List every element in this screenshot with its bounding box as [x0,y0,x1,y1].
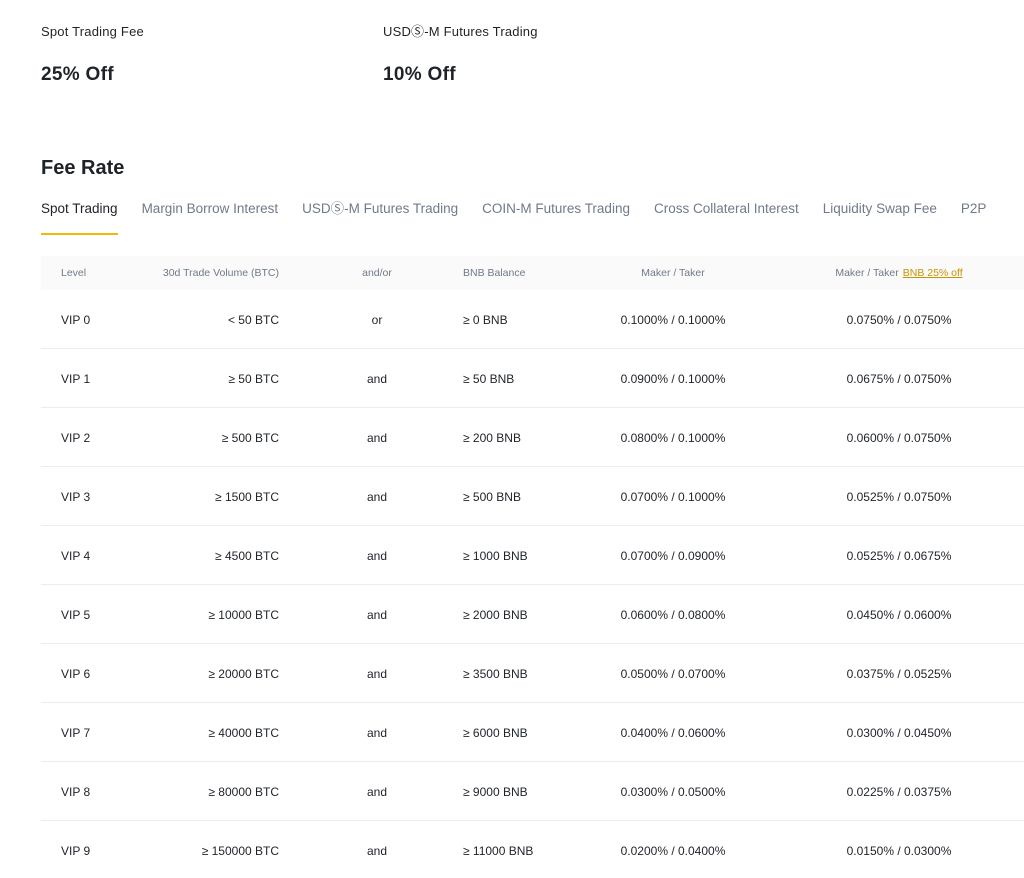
cell-and-or-text: and [366,549,388,563]
header-trade-volume: 30d Trade Volume (BTC) [162,267,279,279]
cell-maker-taker-bnb-text: 0.0150% / 0.0300% [846,844,952,858]
cell-and-or-text: and [366,608,388,622]
cell-bnb-balance: ≥ 11000 BNB [463,844,534,858]
cell-bnb-balance: ≥ 9000 BNB [463,785,528,799]
cell-maker-taker-text: 0.1000% / 0.1000% [620,313,726,327]
tab-margin-borrow-interest[interactable]: Margin Borrow Interest [142,199,279,235]
cell-trade-volume: ≥ 40000 BTC [208,726,279,740]
usds-m-futures-discount: USDⓈ-M Futures Trading 10% Off [383,24,538,86]
cell-level: VIP 1 [61,372,91,386]
cell-maker-taker-text: 0.0700% / 0.1000% [620,490,726,504]
tab-p2p[interactable]: P2P [961,199,987,235]
cell-level: VIP 8 [61,785,91,799]
cell-level: VIP 5 [61,608,91,622]
header-level: Level [61,267,87,279]
cell-bnb-balance: ≥ 3500 BNB [463,667,528,681]
cell-and-or-text: and [366,726,388,740]
cell-maker-taker-text: 0.0400% / 0.0600% [620,726,726,740]
table-row: VIP 8 ≥ 80000 BTC and ≥ 9000 BNB 0.0300% / 0… [41,762,1024,821]
cell-bnb-balance: ≥ 500 BNB [463,490,521,504]
spot-trading-fee-label: Spot Trading Fee [41,24,144,39]
cell-maker-taker-bnb-text: 0.0300% / 0.0450% [846,726,952,740]
cell-maker-taker-text: 0.0800% / 0.1000% [620,431,726,445]
header-and-or-text: and/or [362,267,392,279]
tab-coin-m-futures-trading[interactable]: COIN-M Futures Trading [482,199,630,235]
cell-and-or-text: and [366,372,388,386]
cell-trade-volume: ≥ 500 BTC [221,431,279,445]
cell-level: VIP 6 [61,667,91,681]
cell-maker-taker-bnb-text: 0.0525% / 0.0675% [846,549,952,563]
table-row: VIP 4 ≥ 4500 BTC and ≥ 1000 BNB 0.0700% / 0.… [41,526,1024,585]
table-row: VIP 9 ≥ 150000 BTC and ≥ 11000 BNB 0.0200% /… [41,821,1024,878]
cell-maker-taker-bnb-text: 0.0375% / 0.0525% [846,667,952,681]
cell-trade-volume: ≥ 4500 BTC [215,549,279,563]
cell-and-or-text: and [366,844,388,858]
section-title: Fee Rate [41,157,125,179]
cell-trade-volume: ≥ 150000 BTC [201,844,279,858]
cell-maker-taker-bnb-text: 0.0675% / 0.0750% [846,372,952,386]
cell-bnb-balance: ≥ 6000 BNB [463,726,528,740]
cell-bnb-balance: ≥ 0 BNB [463,313,508,327]
cell-maker-taker-text: 0.0300% / 0.0500% [620,785,726,799]
tab-usds-m-futures-trading[interactable]: USDⓈ-M Futures Trading [302,199,458,235]
cell-level: VIP 3 [61,490,91,504]
header-maker-taker-text: Maker / Taker [641,267,705,279]
table-body: VIP 0 < 50 BTC or ≥ 0 BNB 0.1000% / 0.1000% 0… [41,290,1024,878]
cell-maker-taker-bnb-text: 0.0750% / 0.0750% [846,313,952,327]
header-maker-taker-bnb-wrap: Maker / Taker BNB 25% off [835,267,962,280]
cell-maker-taker-text: 0.0200% / 0.0400% [620,844,726,858]
cell-bnb-balance: ≥ 1000 BNB [463,549,528,563]
cell-and-or-text: and [366,667,388,681]
table-row: VIP 5 ≥ 10000 BTC and ≥ 2000 BNB 0.0600% / 0… [41,585,1024,644]
cell-and-or-text: and [366,490,388,504]
cell-trade-volume: < 50 BTC [227,313,279,327]
cell-bnb-balance: ≥ 2000 BNB [463,608,528,622]
cell-trade-volume: ≥ 80000 BTC [208,785,279,799]
cell-maker-taker-bnb-text: 0.0600% / 0.0750% [846,431,952,445]
cell-and-or-text: and [366,785,388,799]
cell-level: VIP 4 [61,549,91,563]
cell-level: VIP 2 [61,431,91,445]
cell-trade-volume: ≥ 50 BTC [228,372,279,386]
table-row: VIP 6 ≥ 20000 BTC and ≥ 3500 BNB 0.0500% / 0… [41,644,1024,703]
tab-spot-trading[interactable]: Spot Trading [41,199,118,235]
cell-maker-taker-bnb-text: 0.0225% / 0.0375% [846,785,952,799]
cell-trade-volume: ≥ 20000 BTC [208,667,279,681]
table-row: VIP 0 < 50 BTC or ≥ 0 BNB 0.1000% / 0.1000% 0… [41,290,1024,349]
spot-trading-fee-value: 25% Off [41,64,114,85]
usds-m-futures-value: 10% Off [383,64,456,85]
cell-bnb-balance: ≥ 200 BNB [463,431,521,445]
cell-and-or-text: or [371,313,383,327]
cell-and-or-text: and [366,431,388,445]
cell-maker-taker-bnb-text: 0.0525% / 0.0750% [846,490,952,504]
cell-trade-volume: ≥ 1500 BTC [215,490,279,504]
cell-maker-taker-text: 0.0500% / 0.0700% [620,667,726,681]
header-bnb-balance: BNB Balance [463,267,526,279]
usds-m-futures-label: USDⓈ-M Futures Trading [383,24,538,39]
cell-maker-taker-text: 0.0900% / 0.1000% [620,372,726,386]
table-row: VIP 1 ≥ 50 BTC and ≥ 50 BNB 0.0900% / 0.1000… [41,349,1024,408]
spot-trading-fee-discount: Spot Trading Fee 25% Off [41,24,144,86]
table-row: VIP 7 ≥ 40000 BTC and ≥ 6000 BNB 0.0400% / 0… [41,703,1024,762]
fee-rate-page: Spot Trading Fee 25% Off USDⓈ-M Futures … [0,0,1024,878]
tab-liquidity-swap-fee[interactable]: Liquidity Swap Fee [823,199,937,235]
header-maker-taker-bnb-text: Maker / Taker [835,267,899,279]
cell-bnb-balance: ≥ 50 BNB [463,372,515,386]
cell-level: VIP 0 [61,313,91,327]
cell-maker-taker-text: 0.0600% / 0.0800% [620,608,726,622]
cell-trade-volume: ≥ 10000 BTC [208,608,279,622]
table-row: VIP 2 ≥ 500 BTC and ≥ 200 BNB 0.0800% / 0.10… [41,408,1024,467]
tab-cross-collateral-interest[interactable]: Cross Collateral Interest [654,199,799,235]
table-header: Level 30d Trade Volume (BTC) and/or BNB … [41,256,1024,290]
cell-level: VIP 7 [61,726,91,740]
cell-maker-taker-text: 0.0700% / 0.0900% [620,549,726,563]
fee-tabs: Spot Trading Margin Borrow Interest USDⓈ… [41,199,1010,237]
cell-level: VIP 9 [61,844,91,858]
table-row: VIP 3 ≥ 1500 BTC and ≥ 500 BNB 0.0700% / 0.1… [41,467,1024,526]
cell-maker-taker-bnb-text: 0.0450% / 0.0600% [846,608,952,622]
bnb-discount-link[interactable]: BNB 25% off [903,267,963,279]
fee-rate-table: Level 30d Trade Volume (BTC) and/or BNB … [41,256,1024,878]
